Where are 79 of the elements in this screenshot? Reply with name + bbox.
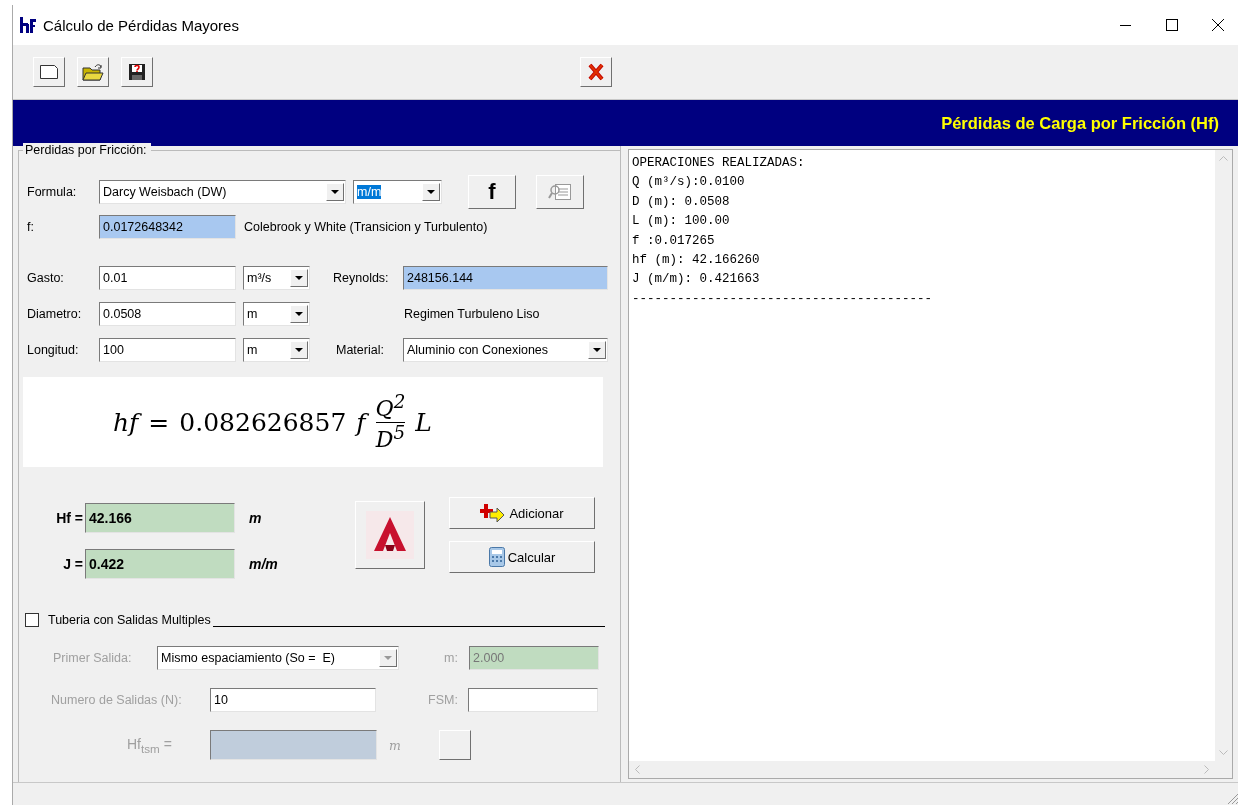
drawing-export-button[interactable] [355,501,425,569]
resize-grip-icon [1225,791,1238,805]
caret-icon [384,656,392,660]
field-label: Formula: [26,185,78,199]
vertical-scrollbar[interactable] [1215,150,1232,761]
caret-icon [331,190,339,194]
result-field[interactable]: 248156.144 [403,266,608,290]
calculate-button[interactable]: Calcular [449,541,595,573]
dropdown[interactable]: Darcy Weisbach (DW) [99,180,346,204]
log-line: f :0.017265 [632,232,716,250]
scroll-up-icon [1219,156,1228,161]
field-label: Gasto: [26,271,65,285]
dropdown[interactable]: m³/s [243,266,310,290]
small-button[interactable] [439,730,471,760]
input-field[interactable]: 0.01 [99,266,236,290]
formula-button[interactable]: f [468,175,516,209]
dropdown[interactable]: m [243,338,310,362]
field-label: Reynolds: [333,271,390,285]
section-title: Pérdidas de Carga por Fricción (Hf) [941,113,1219,133]
log-line: Q (m³/s):0.0100 [632,174,746,192]
unit-label: m [389,737,402,753]
new-file-button[interactable] [33,57,65,87]
field-label: Hf$_{tsm}$ = [127,735,173,755]
group-label: Perdidas por Fricción: [23,143,151,157]
field-label: m: [444,651,459,665]
caret-icon [295,348,303,352]
scroll-down-icon [1219,750,1228,755]
maximize-icon[interactable] [1166,19,1178,31]
input-field[interactable]: 0.0508 [99,302,236,326]
log-line: ---------------------------------------- [632,290,934,308]
result-label: Hf = [55,510,84,526]
log-line: L (m): 100.00 [632,213,731,231]
magnifier-document-icon [548,182,572,202]
result-field[interactable]: 42.166 [85,503,235,533]
input-field[interactable] [210,730,377,760]
field-label: Longitud: [26,343,80,357]
field-label: Numero de Salidas (N): [51,693,183,707]
field-label: Diametro: [26,307,83,321]
dropdown[interactable]: m [243,302,310,326]
caret-icon [427,190,435,194]
field-label: FSM: [428,693,459,707]
unit-label: m/m [249,556,279,572]
document-icon [39,64,59,80]
add-button[interactable]: Adicionar [449,497,595,529]
unit-label: m [249,510,263,526]
scroll-right-icon [1204,765,1209,774]
x-icon [587,63,605,81]
plus-arrow-icon [480,503,507,523]
result-field[interactable]: 0.0172648342 [99,215,236,239]
window-title: Cálculo de Pérdidas Mayores [43,16,240,34]
log-line: J (m/m): 0.421663 [632,271,761,289]
close-button[interactable] [580,57,612,87]
method-label: Colebrook y White (Transicion y Turbulento) [244,220,488,234]
log-line: OPERACIONES REALIZADAS: [632,155,806,172]
regime-label: Regimen Turbuleno Liso [404,307,540,321]
caret-icon [593,348,601,352]
caret-icon [295,312,303,316]
log-line: hf (m): 42.166260 [632,252,761,270]
field-label: f: [26,220,35,234]
log-line: D (m): 0.0508 [632,193,731,211]
input-field[interactable] [468,688,598,712]
close-icon[interactable] [1212,19,1224,31]
triangle-logo-icon [366,511,414,559]
app-icon [19,16,37,34]
input-field[interactable]: 100 [99,338,236,362]
dropdown[interactable]: m/m [353,180,442,204]
folder-icon [82,63,104,81]
checkbox-label: Tuberia con Salidas Multiples [48,613,211,627]
field-label: Material: [336,343,385,357]
scroll-left-icon [635,765,640,774]
horizontal-scrollbar[interactable] [629,761,1215,778]
field-label: Primer Salida: [53,651,133,665]
result-label: J = [62,556,84,572]
result-field[interactable]: 0.422 [85,549,235,579]
save-button[interactable] [121,57,153,87]
open-folder-button[interactable] [77,57,109,87]
dropdown[interactable]: Aluminio con Conexiones [403,338,608,362]
calculator-icon [488,547,505,567]
caret-icon [295,276,303,280]
